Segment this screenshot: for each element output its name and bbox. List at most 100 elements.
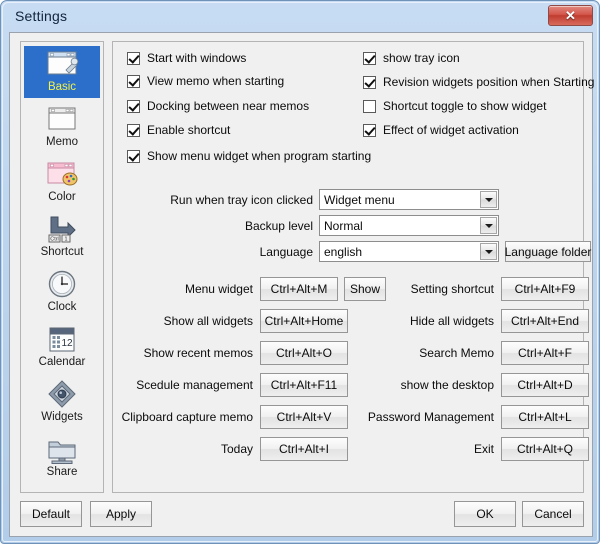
checkbox-checked-icon[interactable]: [363, 52, 376, 65]
apply-button[interactable]: Apply: [90, 501, 152, 527]
shortcut-label: Exit: [349, 442, 494, 456]
calendar-icon: 12: [45, 323, 79, 355]
shortcut-row-left-3: Scedule management Ctrl+Alt+F11: [113, 373, 348, 397]
checkbox-right-1[interactable]: Revision widgets position when Starting: [363, 75, 594, 89]
shortcut-row-left-0: Menu widgetCtrl+Alt+MShow: [113, 277, 386, 301]
shortcut-key-button[interactable]: Ctrl+Alt+M: [260, 277, 338, 301]
sidebar-item-color[interactable]: Color: [24, 156, 100, 208]
checkbox-left-4[interactable]: Show menu widget when program starting: [127, 149, 371, 163]
window-wrench-icon: [45, 48, 79, 80]
shortcut-row-right-5: Exit Ctrl+Alt+Q: [349, 437, 589, 461]
widgets-diamond-icon: [45, 378, 79, 410]
shortcut-label: Today: [113, 442, 253, 456]
checkbox-left-0[interactable]: Start with windows: [127, 51, 246, 65]
dropdown-select-0[interactable]: Widget menu: [319, 189, 499, 210]
shortcut-row-right-2: Search Memo Ctrl+Alt+F: [349, 341, 589, 365]
sidebar-item-calendar[interactable]: 12Calendar: [24, 321, 100, 373]
shortcut-key-button[interactable]: Ctrl+Alt+D: [501, 373, 589, 397]
dialog-button-bar: Default Apply OK Cancel: [20, 501, 584, 529]
shortcut-label: Show recent memos: [113, 346, 253, 360]
svg-text:12: 12: [61, 338, 73, 349]
svg-text:1: 1: [65, 237, 68, 243]
clock-icon: [45, 268, 79, 300]
shortcut-label: Hide all widgets: [349, 314, 494, 328]
checkbox-checked-icon[interactable]: [127, 100, 140, 113]
checkbox-right-2[interactable]: Shortcut toggle to show widget: [363, 99, 546, 113]
checkbox-checked-icon[interactable]: [127, 75, 140, 88]
chevron-down-icon[interactable]: [480, 191, 497, 208]
checkbox-label: Enable shortcut: [147, 123, 230, 137]
dropdown-select-2[interactable]: english: [319, 241, 499, 262]
dropdown-label: Run when tray icon clicked: [113, 193, 313, 207]
shortcut-key-button[interactable]: Ctrl+Alt+F9: [501, 277, 589, 301]
default-button[interactable]: Default: [20, 501, 82, 527]
dropdown-value: english: [320, 245, 362, 259]
language-folder-button[interactable]: Language folder: [505, 241, 591, 262]
dropdown-value: Normal: [320, 219, 363, 233]
sidebar-item-widgets[interactable]: Widgets: [24, 376, 100, 428]
shortcut-key-button[interactable]: Ctrl+Alt+F11: [260, 373, 348, 397]
checkbox-checked-icon[interactable]: [127, 150, 140, 163]
settings-window: Settings ✕ Basic Memo Color Ctrl 1 Shortcut Cl…: [0, 0, 600, 544]
sidebar-item-memo[interactable]: Memo: [24, 101, 100, 153]
shortcut-label: Scedule management: [113, 378, 253, 392]
shortcut-row-left-5: Today Ctrl+Alt+I: [113, 437, 348, 461]
shortcut-label: Password Management: [349, 410, 494, 424]
shortcut-label: Menu widget: [113, 282, 253, 296]
dropdown-row-0: Run when tray icon clicked Widget menu: [113, 189, 499, 210]
shortcut-key-button[interactable]: Ctrl+Alt+F: [501, 341, 589, 365]
checkbox-checked-icon[interactable]: [363, 124, 376, 137]
checkbox-checked-icon[interactable]: [363, 76, 376, 89]
dropdown-label: Language: [113, 245, 313, 259]
sidebar-item-clock[interactable]: Clock: [24, 266, 100, 318]
shortcut-key-button[interactable]: Ctrl+Alt+O: [260, 341, 348, 365]
chevron-down-icon[interactable]: [480, 217, 497, 234]
checkbox-left-2[interactable]: Docking between near memos: [127, 99, 309, 113]
checkbox-label: show tray icon: [383, 51, 460, 65]
sidebar-item-share[interactable]: Share: [24, 431, 100, 483]
checkbox-right-0[interactable]: show tray icon: [363, 51, 460, 65]
sidebar-item-shortcut[interactable]: Ctrl 1 Shortcut: [24, 211, 100, 263]
chevron-down-icon[interactable]: [480, 243, 497, 260]
sidebar-item-label: Basic: [48, 81, 76, 93]
dropdown-row-1: Backup levelNormal: [113, 215, 499, 236]
shortcut-row-right-0: Setting shortcut Ctrl+Alt+F9: [349, 277, 589, 301]
checkbox-right-3[interactable]: Effect of widget activation: [363, 123, 519, 137]
sidebar-item-basic[interactable]: Basic: [24, 46, 100, 98]
checkbox-label: Revision widgets position when Starting: [383, 75, 594, 89]
shortcut-key-button[interactable]: Ctrl+Alt+V: [260, 405, 348, 429]
shortcut-key-button[interactable]: Ctrl+Alt+Q: [501, 437, 589, 461]
sidebar-item-label: Widgets: [41, 411, 83, 423]
cancel-button[interactable]: Cancel: [522, 501, 584, 527]
dropdown-select-1[interactable]: Normal: [319, 215, 499, 236]
shortcut-key-button[interactable]: Ctrl+Alt+End: [501, 309, 589, 333]
shortcut-label: show the desktop: [349, 378, 494, 392]
shortcut-key-button[interactable]: Ctrl+Alt+I: [260, 437, 348, 461]
title-bar: Settings ✕: [3, 3, 599, 31]
ok-button[interactable]: OK: [454, 501, 516, 527]
checkbox-checked-icon[interactable]: [127, 52, 140, 65]
sidebar-item-label: Shortcut: [41, 246, 84, 258]
sidebar: Basic Memo Color Ctrl 1 Shortcut Clock12Calend…: [20, 41, 104, 493]
window-title: Settings: [15, 8, 67, 24]
sidebar-item-label: Color: [48, 191, 75, 203]
checkbox-checked-icon[interactable]: [127, 124, 140, 137]
close-button[interactable]: ✕: [548, 5, 593, 26]
checkbox-left-1[interactable]: View memo when starting: [127, 74, 284, 88]
svg-text:Ctrl: Ctrl: [50, 237, 58, 243]
shortcut-key-button[interactable]: Ctrl+Alt+L: [501, 405, 589, 429]
checkbox-label: Start with windows: [147, 51, 246, 65]
dropdown-value: Widget menu: [320, 193, 395, 207]
checkbox-label: View memo when starting: [147, 74, 284, 88]
shortcut-label: Search Memo: [349, 346, 494, 360]
shortcut-label: Setting shortcut: [349, 282, 494, 296]
shortcut-row-left-4: Clipboard capture memoCtrl+Alt+V: [113, 405, 348, 429]
checkbox-label: Effect of widget activation: [383, 123, 519, 137]
client-area: Basic Memo Color Ctrl 1 Shortcut Clock12Calend…: [9, 32, 593, 537]
window-palette-icon: [45, 158, 79, 190]
shortcut-key-button[interactable]: Ctrl+Alt+Home: [260, 309, 348, 333]
checkbox-left-3[interactable]: Enable shortcut: [127, 123, 230, 137]
shortcut-row-left-1: Show all widgetsCtrl+Alt+Home: [113, 309, 348, 333]
sidebar-item-label: Share: [47, 466, 78, 478]
checkbox-unchecked-icon[interactable]: [363, 100, 376, 113]
